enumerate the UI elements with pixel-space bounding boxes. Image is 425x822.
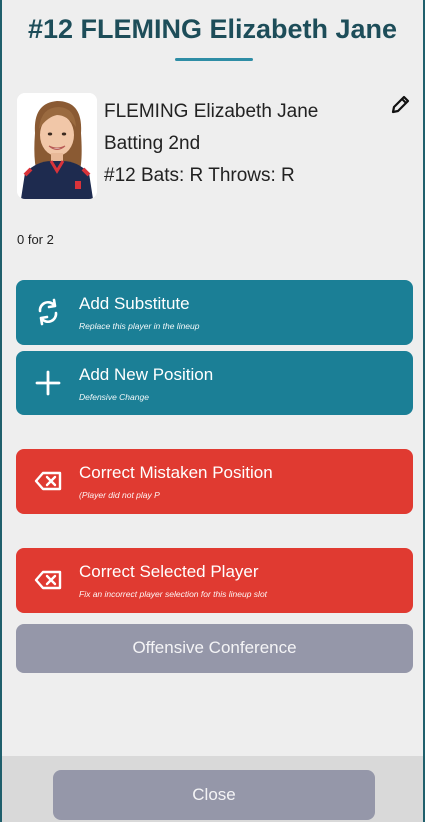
- page-title: #12 FLEMING Elizabeth Jane: [27, 14, 398, 44]
- add-substitute-subtitle: Replace this player in the lineup: [79, 321, 200, 331]
- player-details: #12 Bats: R Throws: R: [104, 165, 295, 186]
- add-substitute-button[interactable]: Add Substitute Replace this player in th…: [16, 280, 413, 345]
- offensive-conference-label: Offensive Conference: [132, 638, 297, 657]
- correct-player-label: Correct Selected Player: [79, 562, 259, 581]
- player-info: FLEMING Elizabeth Jane Batting 2nd #12 B…: [104, 96, 318, 192]
- pencil-icon[interactable]: [389, 94, 411, 116]
- player-photo: [17, 93, 97, 199]
- backspace-x-icon: [34, 467, 62, 495]
- title-underline: [175, 58, 253, 61]
- correct-position-label: Correct Mistaken Position: [79, 463, 273, 482]
- correct-position-button[interactable]: Correct Mistaken Position (Player did no…: [16, 449, 413, 514]
- close-button[interactable]: Close: [53, 770, 375, 820]
- offensive-conference-button[interactable]: Offensive Conference: [16, 624, 413, 673]
- add-position-subtitle: Defensive Change: [79, 392, 149, 402]
- batting-order: Batting 2nd: [104, 133, 201, 154]
- player-name: FLEMING Elizabeth Jane: [104, 101, 319, 122]
- correct-player-subtitle: Fix an incorrect player selection for th…: [79, 589, 268, 599]
- correct-player-button[interactable]: Correct Selected Player Fix an incorrect…: [16, 548, 413, 613]
- refresh-icon: [34, 298, 62, 326]
- add-position-label: Add New Position: [79, 365, 214, 384]
- add-position-button[interactable]: Add New Position Defensive Change: [16, 351, 413, 415]
- plus-icon: [34, 369, 62, 397]
- correct-position-subtitle: (Player did not play P: [79, 490, 160, 500]
- stat-line: 0 for 2: [17, 232, 54, 247]
- backspace-x-icon: [34, 566, 62, 594]
- add-substitute-label: Add Substitute: [79, 294, 190, 313]
